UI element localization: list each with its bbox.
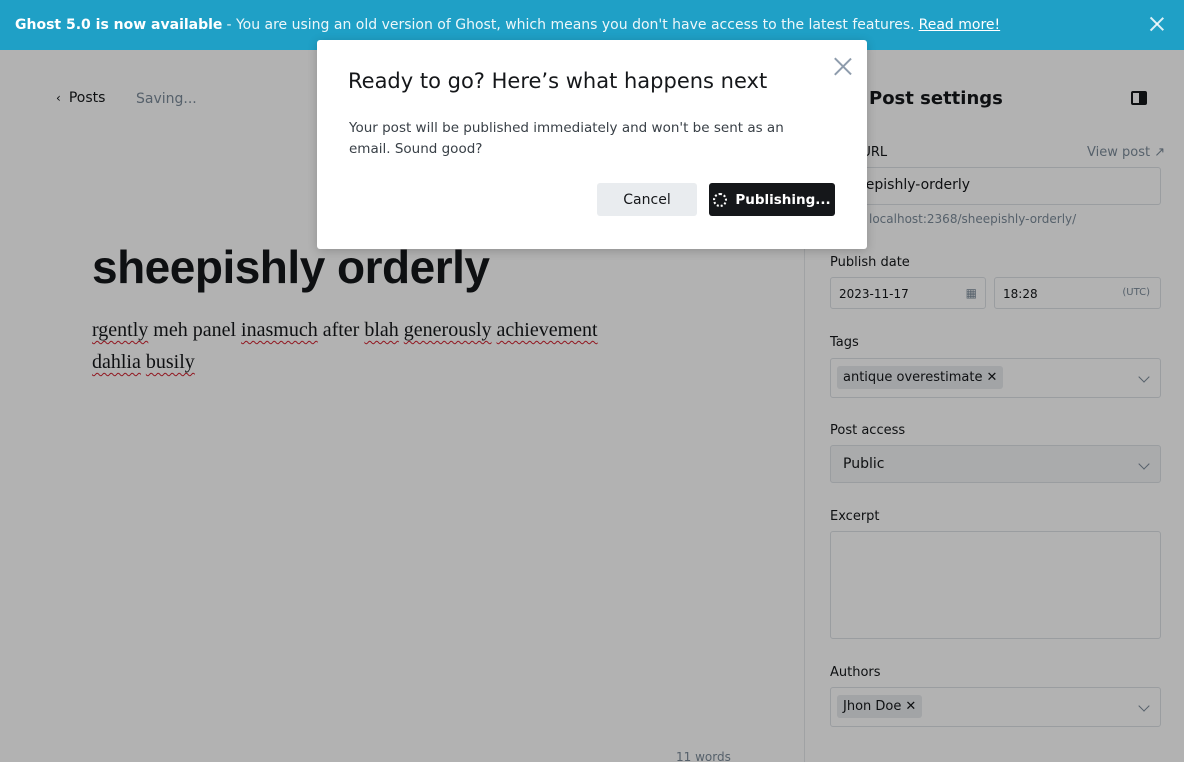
modal-title: Ready to go? Here’s what happens next xyxy=(348,69,768,93)
cancel-button[interactable]: Cancel xyxy=(597,183,697,216)
banner-message: - You are using an old version of Ghost,… xyxy=(226,17,915,33)
spinner-icon xyxy=(713,192,728,207)
read-more-link[interactable]: Read more! xyxy=(919,17,1001,33)
modal-body: Your post will be published immediately … xyxy=(349,120,784,157)
close-icon[interactable] xyxy=(833,56,853,76)
close-icon[interactable] xyxy=(1148,15,1166,33)
publish-confirm-modal: Ready to go? Here’s what happens next Yo… xyxy=(317,40,867,249)
banner-headline: Ghost 5.0 is now available xyxy=(15,17,223,33)
publish-label: Publishing... xyxy=(735,191,831,208)
publish-button[interactable]: Publishing... xyxy=(709,183,835,216)
